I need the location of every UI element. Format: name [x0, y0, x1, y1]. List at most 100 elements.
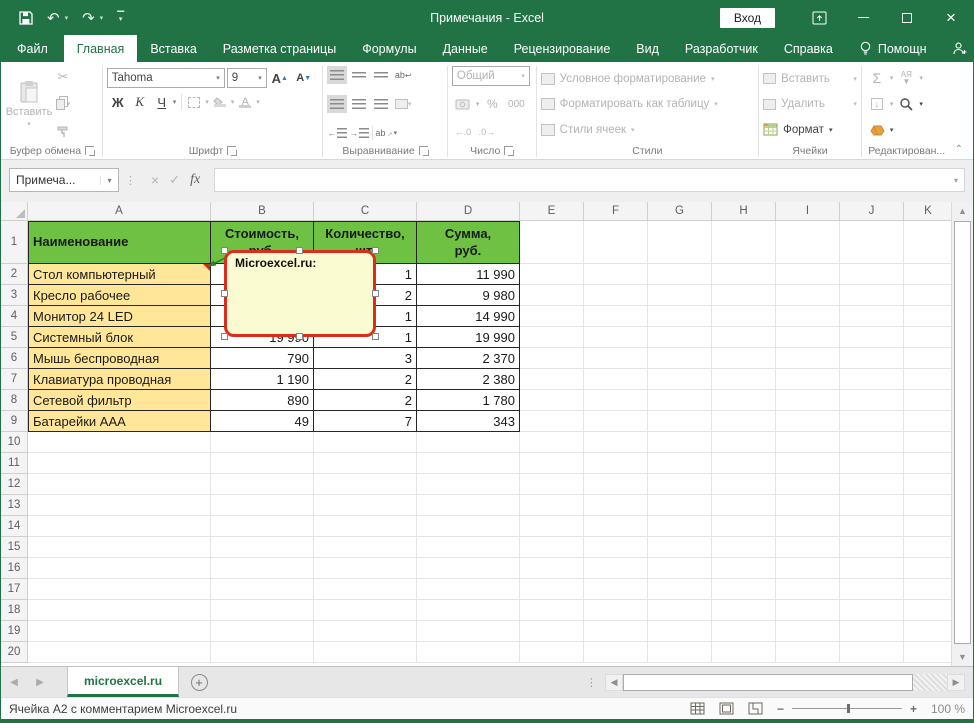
- cell-I20[interactable]: [776, 642, 840, 663]
- new-sheet-button[interactable]: +: [179, 667, 219, 697]
- cell-D10[interactable]: [417, 432, 520, 453]
- font-name-select[interactable]: Tahoma▾: [107, 68, 225, 88]
- row-header-15[interactable]: 15: [1, 537, 28, 558]
- copy-icon[interactable]: ▾: [52, 94, 74, 114]
- cell-A16[interactable]: [28, 558, 211, 579]
- cell-E15[interactable]: [520, 537, 584, 558]
- number-dialog-launcher-icon[interactable]: [504, 146, 513, 155]
- cell-H10[interactable]: [712, 432, 776, 453]
- conditional-formatting-button[interactable]: Условное форматирование▾: [541, 68, 754, 89]
- format-painter-icon[interactable]: [52, 121, 74, 141]
- scroll-left-icon[interactable]: ◀: [605, 674, 623, 691]
- cell-B7[interactable]: 1 190: [211, 369, 314, 390]
- cell-C18[interactable]: [314, 600, 417, 621]
- cell-K7[interactable]: [904, 369, 953, 390]
- tab-formulas[interactable]: Формулы: [349, 35, 429, 62]
- cell-F9[interactable]: [584, 411, 648, 432]
- cell-E3[interactable]: [520, 285, 584, 306]
- cell-A4[interactable]: Монитор 24 LED: [28, 306, 211, 327]
- cell-B13[interactable]: [211, 495, 314, 516]
- cell-C14[interactable]: [314, 516, 417, 537]
- orientation-icon[interactable]: ab↩: [393, 66, 413, 84]
- cell-C12[interactable]: [314, 474, 417, 495]
- cell-C19[interactable]: [314, 621, 417, 642]
- cell-E18[interactable]: [520, 600, 584, 621]
- row-header-20[interactable]: 20: [1, 642, 28, 663]
- cell-H20[interactable]: [712, 642, 776, 663]
- cell-C20[interactable]: [314, 642, 417, 663]
- save-icon[interactable]: [19, 11, 33, 25]
- cell-J14[interactable]: [840, 516, 904, 537]
- cell-E5[interactable]: [520, 327, 584, 348]
- cell-H12[interactable]: [712, 474, 776, 495]
- cell-I4[interactable]: [776, 306, 840, 327]
- cell-C11[interactable]: [314, 453, 417, 474]
- page-break-view-icon[interactable]: [748, 702, 763, 715]
- comment-handle-n[interactable]: [296, 247, 303, 254]
- cell-A1[interactable]: Наименование: [28, 221, 211, 264]
- number-format-select[interactable]: Общий▾: [452, 66, 530, 86]
- clear-icon[interactable]: [866, 120, 888, 140]
- align-bottom-icon[interactable]: [371, 66, 391, 84]
- align-right-icon[interactable]: [371, 95, 391, 113]
- cell-C15[interactable]: [314, 537, 417, 558]
- cell-C17[interactable]: [314, 579, 417, 600]
- cell-A14[interactable]: [28, 516, 211, 537]
- cell-J20[interactable]: [840, 642, 904, 663]
- tab-data[interactable]: Данные: [430, 35, 501, 62]
- cell-B11[interactable]: [211, 453, 314, 474]
- cell-C10[interactable]: [314, 432, 417, 453]
- cell-E14[interactable]: [520, 516, 584, 537]
- row-header-5[interactable]: 5: [1, 327, 28, 348]
- cell-J15[interactable]: [840, 537, 904, 558]
- row-header-7[interactable]: 7: [1, 369, 28, 390]
- cell-B19[interactable]: [211, 621, 314, 642]
- column-header-H[interactable]: H: [712, 202, 776, 221]
- decrease-indent-icon[interactable]: ←: [327, 124, 347, 142]
- format-as-table-button[interactable]: Форматировать как таблицу▾: [541, 94, 754, 115]
- increase-indent-icon[interactable]: →: [349, 124, 369, 142]
- cell-H17[interactable]: [712, 579, 776, 600]
- cell-J7[interactable]: [840, 369, 904, 390]
- comment-handle-ne[interactable]: [372, 247, 379, 254]
- tab-share[interactable]: Поделиться: [940, 35, 974, 62]
- select-all-corner[interactable]: [1, 202, 28, 221]
- tab-insert[interactable]: Вставка: [137, 35, 209, 62]
- cell-K2[interactable]: [904, 264, 953, 285]
- cell-H13[interactable]: [712, 495, 776, 516]
- cell-A17[interactable]: [28, 579, 211, 600]
- paste-dropdown-icon[interactable]: ▾: [27, 120, 31, 128]
- horizontal-scrollbar[interactable]: ◀ ▶: [605, 671, 965, 693]
- underline-button[interactable]: Ч: [151, 92, 173, 112]
- cell-G1[interactable]: [648, 221, 712, 264]
- cell-I12[interactable]: [776, 474, 840, 495]
- cell-J6[interactable]: [840, 348, 904, 369]
- prev-sheet-icon[interactable]: ◀: [1, 667, 27, 697]
- tab-file[interactable]: Файл: [1, 35, 64, 62]
- cell-I18[interactable]: [776, 600, 840, 621]
- cell-G4[interactable]: [648, 306, 712, 327]
- cell-J11[interactable]: [840, 453, 904, 474]
- row-header-8[interactable]: 8: [1, 390, 28, 411]
- cell-C6[interactable]: 3: [314, 348, 417, 369]
- ribbon-display-options-icon[interactable]: [797, 0, 841, 35]
- cell-A10[interactable]: [28, 432, 211, 453]
- cell-E13[interactable]: [520, 495, 584, 516]
- cell-F20[interactable]: [584, 642, 648, 663]
- column-header-B[interactable]: B: [211, 202, 314, 221]
- cell-G9[interactable]: [648, 411, 712, 432]
- cut-icon[interactable]: ✂: [52, 67, 74, 87]
- cell-D20[interactable]: [417, 642, 520, 663]
- cell-D7[interactable]: 2 380: [417, 369, 520, 390]
- zoom-in-icon[interactable]: +: [910, 702, 917, 716]
- row-header-9[interactable]: 9: [1, 411, 28, 432]
- cell-G10[interactable]: [648, 432, 712, 453]
- cell-J5[interactable]: [840, 327, 904, 348]
- cell-H14[interactable]: [712, 516, 776, 537]
- cell-C8[interactable]: 2: [314, 390, 417, 411]
- row-header-1[interactable]: 1: [1, 221, 28, 264]
- cell-H5[interactable]: [712, 327, 776, 348]
- cell-F7[interactable]: [584, 369, 648, 390]
- tab-view[interactable]: Вид: [623, 35, 672, 62]
- row-header-16[interactable]: 16: [1, 558, 28, 579]
